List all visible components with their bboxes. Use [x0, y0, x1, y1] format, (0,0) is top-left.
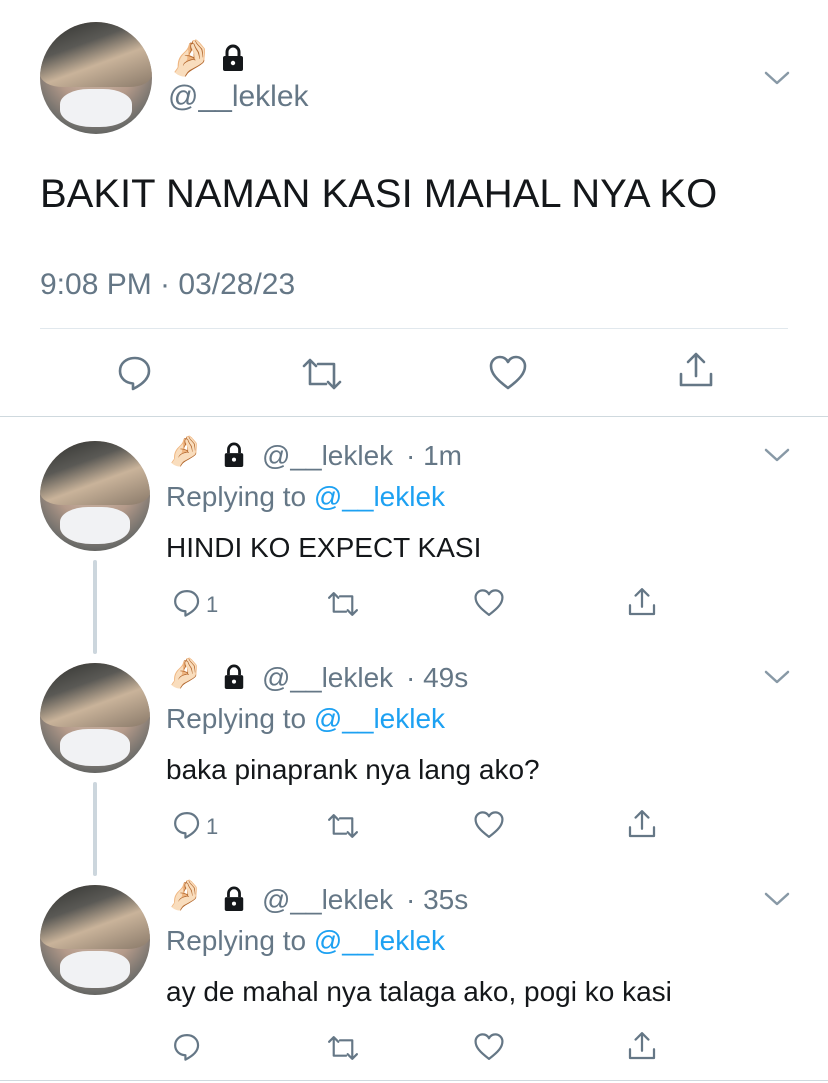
replying-prefix: Replying to: [166, 703, 307, 734]
replying-to: Replying to @__leklek: [166, 925, 445, 957]
replying-to-link[interactable]: @__leklek: [314, 703, 445, 734]
retweet-icon[interactable]: [326, 812, 360, 840]
reply-handle[interactable]: @__leklek: [262, 662, 393, 694]
avatar[interactable]: [40, 22, 152, 134]
thread-line: [93, 782, 97, 876]
reply-icon[interactable]: [116, 354, 154, 392]
tweet-text: BAKIT NAMAN KASI MAHAL NYA KO: [40, 172, 718, 216]
section-divider: [0, 416, 828, 417]
reply-icon[interactable]: [172, 588, 202, 618]
chevron-down-icon[interactable]: [764, 891, 790, 907]
heart-icon[interactable]: [488, 354, 528, 392]
reply-time[interactable]: · 35s: [406, 884, 468, 916]
share-icon[interactable]: [626, 1030, 658, 1062]
heart-icon[interactable]: [473, 588, 505, 618]
user-emoji: 🤌🏻: [166, 657, 204, 690]
reply-time[interactable]: · 1m: [406, 440, 462, 472]
avatar[interactable]: [40, 441, 150, 551]
user-emoji: 🤌🏻: [166, 879, 204, 912]
reply-icon[interactable]: [172, 1032, 202, 1062]
replying-prefix: Replying to: [166, 481, 307, 512]
heart-icon[interactable]: [473, 810, 505, 840]
replying-to-link[interactable]: @__leklek: [314, 481, 445, 512]
reply-time[interactable]: · 49s: [406, 662, 468, 694]
chevron-down-icon[interactable]: [764, 447, 790, 463]
lock-icon: [220, 44, 244, 71]
user-handle[interactable]: @__leklek: [168, 80, 309, 114]
share-icon[interactable]: [676, 350, 716, 390]
reply-text: ay de mahal nya talaga ako, pogi ko kasi: [166, 976, 672, 1007]
reply-text: baka pinaprank nya lang ako?: [166, 754, 540, 785]
reply-count: 1: [206, 814, 219, 839]
chevron-down-icon[interactable]: [764, 669, 790, 685]
avatar[interactable]: [40, 885, 150, 995]
retweet-icon[interactable]: [300, 356, 344, 392]
divider: [40, 328, 788, 329]
user-emoji: 🤌🏻: [168, 37, 213, 78]
reply-handle[interactable]: @__leklek: [262, 440, 393, 472]
heart-icon[interactable]: [473, 1032, 505, 1062]
retweet-icon[interactable]: [326, 590, 360, 618]
thread-line: [93, 560, 97, 654]
avatar[interactable]: [40, 663, 150, 773]
replying-prefix: Replying to: [166, 925, 307, 956]
share-icon[interactable]: [626, 586, 658, 618]
reply-text: HINDI KO EXPECT KASI: [166, 532, 482, 563]
reply-count: 1: [206, 592, 219, 617]
replying-to: Replying to @__leklek: [166, 703, 445, 735]
lock-icon: [222, 442, 246, 467]
bottom-divider: [0, 1080, 828, 1081]
replying-to-link[interactable]: @__leklek: [314, 925, 445, 956]
user-emoji: 🤌🏻: [166, 435, 204, 468]
reply-icon[interactable]: [172, 810, 202, 840]
lock-icon: [222, 886, 246, 911]
tweet-timestamp[interactable]: 9:08 PM · 03/28/23: [40, 268, 295, 302]
retweet-icon[interactable]: [326, 1034, 360, 1062]
replying-to: Replying to @__leklek: [166, 481, 445, 513]
share-icon[interactable]: [626, 808, 658, 840]
lock-icon: [222, 664, 246, 689]
reply-handle[interactable]: @__leklek: [262, 884, 393, 916]
chevron-down-icon[interactable]: [764, 70, 790, 86]
